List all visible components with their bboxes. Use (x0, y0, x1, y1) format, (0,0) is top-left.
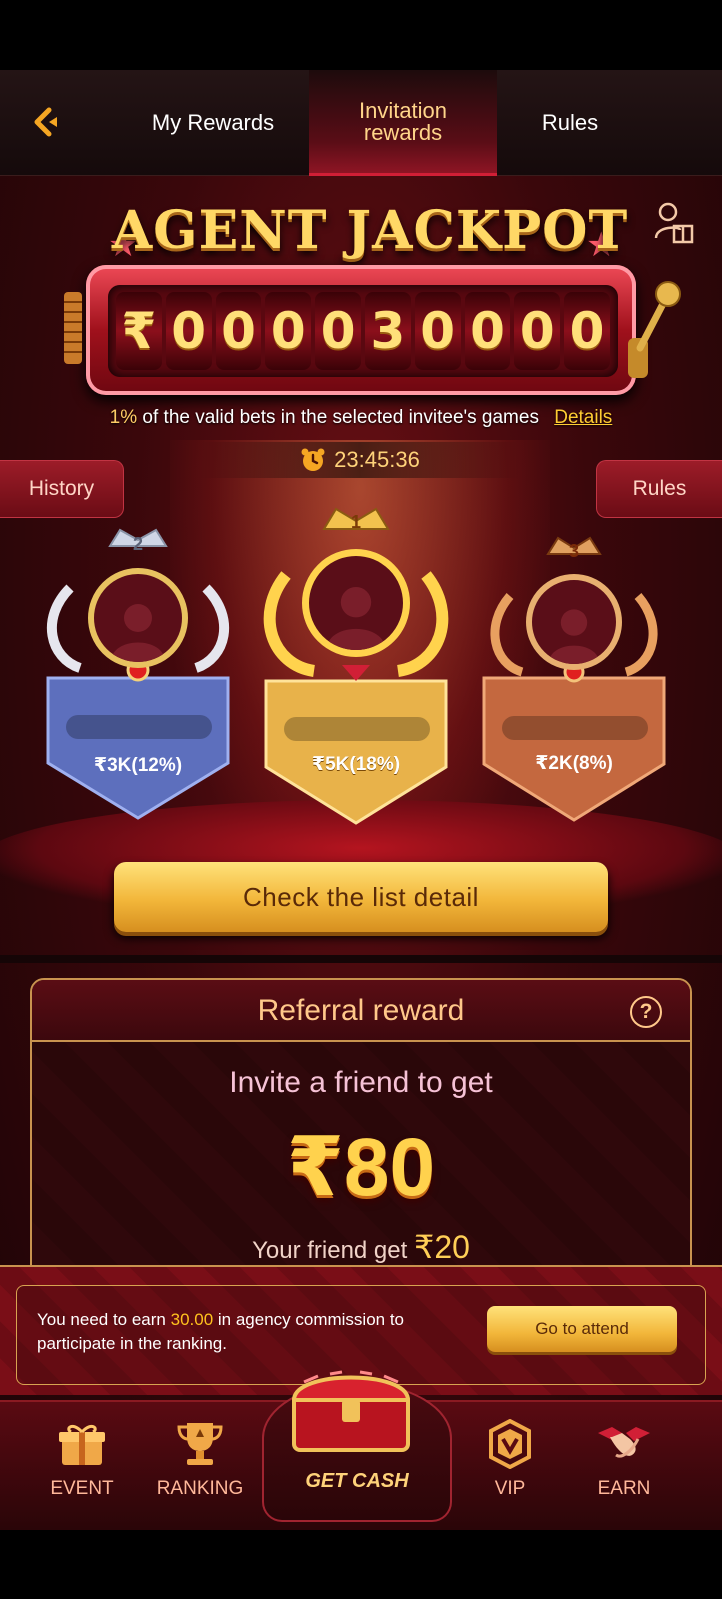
tab-invitation-rewards[interactable]: Invitation rewards (309, 70, 497, 176)
jackpot-digit: 0 (265, 292, 312, 370)
referral-card: Referral reward ? Invite a friend to get… (30, 978, 692, 1308)
invite-text: Invite a friend to get (229, 1066, 493, 1099)
user-silhouette-icon (326, 587, 386, 650)
status-bar (0, 0, 722, 70)
slot-spring-icon (64, 292, 82, 364)
nav-ranking-label: RANKING (156, 1478, 244, 1499)
prize-slot (66, 715, 212, 739)
friend-reward-amount: ₹20 (413, 1229, 470, 1265)
app-screen: My Rewards Invitation rewards Rules ★ ★ … (0, 70, 722, 1530)
trophy-icon (177, 1423, 223, 1465)
user-silhouette-icon (111, 604, 165, 662)
jackpot-digit: 0 (315, 292, 361, 370)
top-tab-bar: My Rewards Invitation rewards Rules (0, 70, 722, 176)
podium-rank-3[interactable]: 3 ₹2K(8%) (476, 536, 672, 828)
nav-earn[interactable]: EARN (564, 1416, 684, 1516)
podium-rank-2[interactable]: 2 ₹3K(12%) (40, 528, 236, 828)
friend-reward-label: Your friend get (252, 1237, 414, 1264)
jackpot-counter: ₹ 0 0 0 0 3 0 0 0 0 (116, 292, 610, 370)
get-cash-label[interactable]: GET CASH (262, 1470, 452, 1493)
back-arrow-icon (34, 107, 57, 137)
treasure-chest-icon[interactable] (284, 1360, 418, 1460)
gift-icon (59, 1424, 105, 1465)
go-to-attend-label: Go to attend (535, 1319, 629, 1338)
nav-vip-label: VIP (494, 1478, 526, 1499)
avatar (302, 549, 410, 657)
handshake-icon (598, 1427, 650, 1458)
jackpot-digit: 0 (514, 292, 561, 370)
notice-text-before: You need to earn (37, 1310, 171, 1329)
jackpot-digit: 0 (564, 292, 610, 370)
bottom-nav: GET CASH EVENT RANKING VIP EARN (0, 1370, 722, 1530)
back-button[interactable] (26, 102, 66, 142)
tab-invitation-rewards-label: Invitation rewards (358, 97, 448, 145)
tab-my-rewards[interactable]: My Rewards (118, 70, 308, 176)
prize-amount: ₹5K(18%) (311, 754, 401, 775)
countdown-timer: 23:45:36 (200, 442, 520, 478)
jackpot-digit: 0 (414, 292, 461, 370)
timer-value: 23:45:36 (334, 447, 420, 472)
referral-header: Referral reward ? (32, 980, 690, 1042)
prize-slot (502, 716, 648, 740)
tab-rules[interactable]: Rules (500, 70, 640, 176)
jackpot-title: AGENT JACKPOT (111, 200, 629, 261)
slot-lever-icon (628, 281, 681, 378)
help-icon[interactable]: ? (630, 996, 662, 1028)
go-to-attend-button[interactable]: Go to attend (487, 1306, 677, 1352)
prize-slot (284, 717, 430, 741)
check-list-detail-label: Check the list detail (243, 881, 479, 912)
prize-amount: ₹2K(8%) (535, 753, 613, 774)
nav-vip[interactable]: VIP (450, 1416, 570, 1516)
jackpot-currency: ₹ (116, 292, 162, 370)
notice-text: You need to earn 30.00 in agency commiss… (37, 1308, 457, 1356)
jackpot-digit: 0 (165, 292, 212, 370)
tab-rules-label: Rules (541, 110, 599, 135)
jackpot-digit: 3 (364, 292, 411, 370)
jackpot-digit: 0 (464, 292, 511, 370)
alarm-clock-icon (301, 448, 325, 471)
referral-title: Referral reward (257, 994, 465, 1027)
avatar (88, 568, 188, 668)
details-link[interactable]: Details (554, 407, 612, 428)
avatar (526, 574, 622, 670)
jackpot-description: 1% of the valid bets in the selected inv… (30, 407, 692, 429)
check-list-detail-button[interactable]: Check the list detail (114, 862, 608, 932)
jackpot-percent: 1% (109, 407, 138, 428)
nav-earn-label: EARN (597, 1478, 651, 1499)
section-divider (0, 955, 722, 963)
friend-reward: Your friend get ₹20 (32, 1228, 690, 1266)
nav-ranking[interactable]: RANKING (140, 1416, 260, 1516)
jackpot-digit: 0 (215, 292, 262, 370)
rank-number: 3 (568, 541, 579, 561)
rank-number: 1 (350, 512, 361, 532)
rules-button[interactable]: Rules (596, 460, 722, 518)
tab-my-rewards-label: My Rewards (151, 110, 275, 135)
notice-amount: 30.00 (170, 1310, 214, 1329)
rank-number: 2 (132, 534, 143, 554)
podium-rank-1[interactable]: 1 ₹5K(18%) (258, 505, 454, 830)
invitee-gift-icon[interactable] (654, 200, 694, 246)
nav-event[interactable]: EVENT (22, 1416, 142, 1516)
rules-button-label: Rules (632, 477, 687, 500)
history-button[interactable]: History (0, 460, 124, 518)
prize-amount: ₹3K(12%) (93, 755, 183, 776)
user-silhouette-icon (548, 609, 600, 664)
vip-badge-icon (489, 1419, 531, 1469)
nav-event-label: EVENT (50, 1478, 114, 1499)
referral-amount: ₹80 (286, 1122, 436, 1213)
system-nav-area (0, 1530, 722, 1599)
jackpot-description-text: of the valid bets in the selected invite… (137, 407, 539, 428)
history-button-label: History (28, 477, 95, 500)
